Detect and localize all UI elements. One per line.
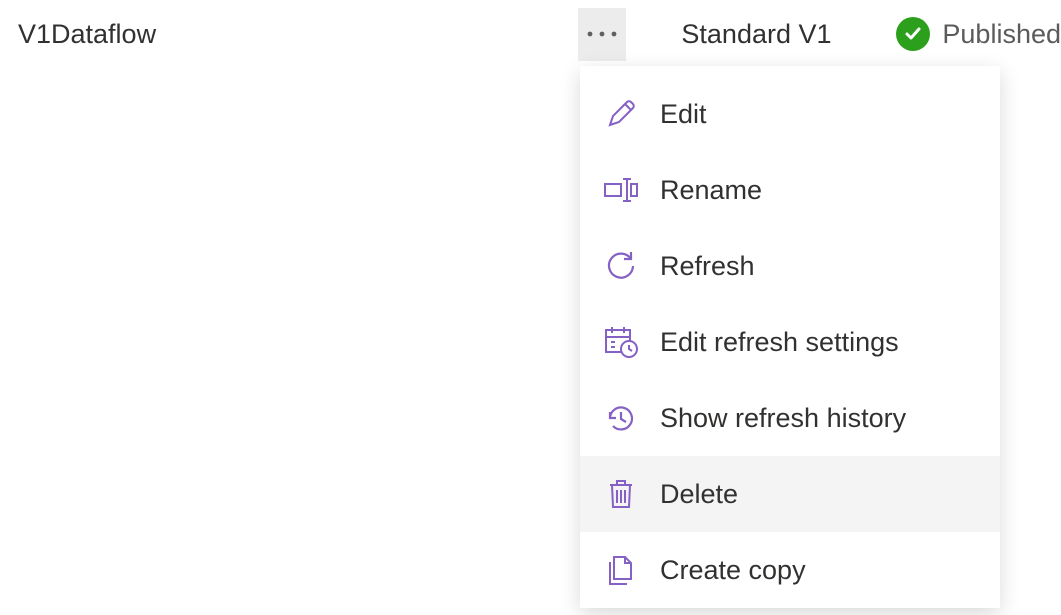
dataflow-row: V1Dataflow Standard V1 Published	[0, 0, 1061, 68]
menu-label: Edit refresh settings	[660, 327, 899, 358]
copy-icon	[602, 551, 640, 589]
menu-item-refresh-settings[interactable]: Edit refresh settings	[580, 304, 1000, 380]
dataflow-type: Standard V1	[626, 19, 896, 50]
menu-label: Create copy	[660, 555, 806, 586]
context-menu: Edit Rename Refresh	[580, 66, 1000, 608]
ellipsis-icon	[585, 30, 619, 38]
menu-item-refresh[interactable]: Refresh	[580, 228, 1000, 304]
menu-item-edit[interactable]: Edit	[580, 76, 1000, 152]
check-icon	[896, 17, 930, 51]
status-text: Published	[942, 19, 1061, 50]
history-icon	[602, 399, 640, 437]
menu-label: Edit	[660, 99, 707, 130]
trash-icon	[602, 475, 640, 513]
dataflow-status: Published	[896, 17, 1061, 51]
menu-item-rename[interactable]: Rename	[580, 152, 1000, 228]
dataflow-name[interactable]: V1Dataflow	[18, 19, 578, 50]
menu-item-create-copy[interactable]: Create copy	[580, 532, 1000, 608]
more-options-button[interactable]	[578, 8, 626, 61]
menu-item-refresh-history[interactable]: Show refresh history	[580, 380, 1000, 456]
menu-label: Delete	[660, 479, 738, 510]
refresh-icon	[602, 247, 640, 285]
menu-label: Rename	[660, 175, 762, 206]
menu-label: Show refresh history	[660, 403, 906, 434]
rename-icon	[602, 171, 640, 209]
pencil-icon	[602, 95, 640, 133]
menu-item-delete[interactable]: Delete	[580, 456, 1000, 532]
calendar-clock-icon	[602, 323, 640, 361]
menu-label: Refresh	[660, 251, 755, 282]
